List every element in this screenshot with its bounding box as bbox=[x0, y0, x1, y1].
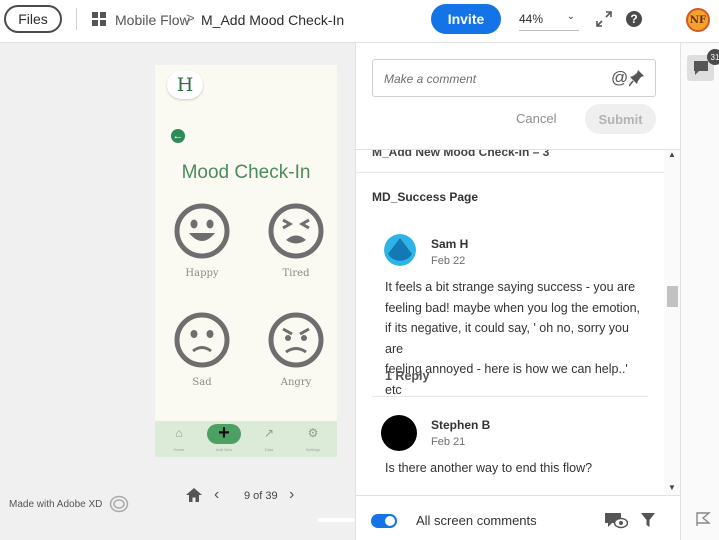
home-icon: ⌂ bbox=[175, 426, 183, 440]
divider bbox=[76, 8, 77, 30]
scrollbar-thumb[interactable] bbox=[667, 286, 678, 307]
comment-date: Feb 22 bbox=[431, 255, 466, 267]
help-icon[interactable]: ? bbox=[626, 11, 642, 27]
tired-face-icon bbox=[268, 203, 324, 259]
home-icon[interactable] bbox=[185, 487, 203, 503]
mood-label-happy: Happy bbox=[185, 268, 219, 279]
expand-icon[interactable] bbox=[595, 10, 613, 28]
nav-label-add: Add New bbox=[215, 447, 233, 452]
divider bbox=[356, 172, 664, 173]
divider bbox=[372, 396, 648, 397]
all-comments-toggle[interactable] bbox=[371, 514, 397, 528]
cancel-button[interactable]: Cancel bbox=[516, 111, 556, 126]
comment-author: Sam H bbox=[431, 237, 469, 251]
mention-icon[interactable]: @ bbox=[611, 68, 628, 88]
comment-visibility-icon[interactable] bbox=[604, 510, 628, 530]
zoom-value: 44% bbox=[519, 12, 544, 26]
nav-label-data: Data bbox=[264, 447, 274, 452]
comment-date: Feb 21 bbox=[431, 436, 466, 448]
mood-label-sad: Sad bbox=[192, 377, 212, 388]
gear-icon: ⚙ bbox=[307, 426, 319, 440]
scroll-up-icon[interactable]: ▲ bbox=[668, 150, 676, 159]
comment-author: Stephen B bbox=[431, 418, 491, 432]
comment-bubble-icon bbox=[694, 61, 708, 75]
right-rail: 31 bbox=[680, 43, 719, 540]
chevron-down-icon: ⌄ bbox=[566, 11, 575, 22]
app-logo: H bbox=[167, 71, 203, 99]
top-bar: Files Mobile Flow > M_Add Mood Check-In … bbox=[0, 0, 719, 43]
comments-toggle-button[interactable]: 31 bbox=[687, 49, 719, 81]
chevron-right-icon[interactable]: › bbox=[289, 486, 294, 504]
divider bbox=[318, 518, 355, 522]
comments-footer: All screen comments bbox=[356, 495, 680, 540]
nav-label-settings: Settings bbox=[305, 447, 321, 452]
filter-icon[interactable] bbox=[640, 512, 656, 528]
zoom-select[interactable]: 44% ⌄ bbox=[519, 5, 579, 31]
mood-label-tired: Tired bbox=[282, 268, 310, 279]
comments-panel: Make a comment @ Cancel Submit M_Add New… bbox=[355, 43, 680, 540]
avatar bbox=[384, 234, 416, 266]
avatar bbox=[381, 415, 417, 451]
flag-icon[interactable] bbox=[695, 511, 711, 527]
grid-icon[interactable] bbox=[92, 12, 106, 26]
replies-link[interactable]: 1 Reply bbox=[385, 369, 429, 383]
nav-label-home: Home bbox=[173, 447, 185, 452]
sad-face-icon bbox=[174, 312, 230, 368]
mood-label-angry: Angry bbox=[280, 377, 312, 388]
comment-list[interactable]: M_Add New Mood Check-In – 3 MD_Success P… bbox=[356, 150, 664, 495]
chevron-left-icon[interactable]: ‹ bbox=[214, 486, 219, 504]
avatar[interactable]: NF bbox=[686, 8, 710, 32]
made-with-label: Made with Adobe XD bbox=[9, 499, 103, 510]
plus-icon: + bbox=[207, 423, 241, 444]
happy-face-icon bbox=[174, 203, 230, 259]
comment-placeholder: Make a comment bbox=[384, 72, 477, 86]
artboard-title: Mood Check-In bbox=[181, 162, 311, 183]
submit-button[interactable]: Submit bbox=[585, 104, 656, 134]
invite-button[interactable]: Invite bbox=[431, 4, 501, 34]
breadcrumb-parent[interactable]: Mobile Flow bbox=[115, 12, 190, 28]
comment-input[interactable]: Make a comment @ bbox=[372, 59, 656, 97]
scrollbar[interactable]: ▲ ▼ bbox=[664, 150, 680, 495]
comment-count-badge: 31 bbox=[707, 49, 719, 65]
scroll-down-icon[interactable]: ▼ bbox=[668, 483, 676, 492]
canvas-area: H ← Mood Check-In Happy Tired Sad Angry … bbox=[0, 43, 355, 540]
trend-icon: ↗ bbox=[263, 426, 275, 440]
all-comments-label: All screen comments bbox=[416, 513, 537, 528]
page-indicator: 9 of 39 bbox=[244, 490, 278, 502]
comment-text: Is there another way to end this flow? bbox=[385, 461, 593, 475]
breadcrumb-separator: > bbox=[186, 10, 195, 27]
breadcrumb-current: M_Add Mood Check-In bbox=[201, 12, 345, 28]
artboard-preview[interactable]: H ← Mood Check-In Happy Tired Sad Angry … bbox=[155, 65, 337, 457]
comment-group-title: MD_Success Page bbox=[372, 190, 479, 204]
comment-group-title: M_Add New Mood Check-In – 3 bbox=[372, 150, 550, 159]
artboard-bottom-nav: ⌂ + ↗ ⚙ Home Add New Data Settings bbox=[155, 421, 337, 457]
angry-face-icon bbox=[268, 312, 324, 368]
pin-icon[interactable] bbox=[629, 69, 645, 87]
creative-cloud-icon bbox=[109, 495, 129, 513]
back-arrow-icon: ← bbox=[171, 129, 185, 143]
files-button[interactable]: Files bbox=[4, 5, 62, 33]
